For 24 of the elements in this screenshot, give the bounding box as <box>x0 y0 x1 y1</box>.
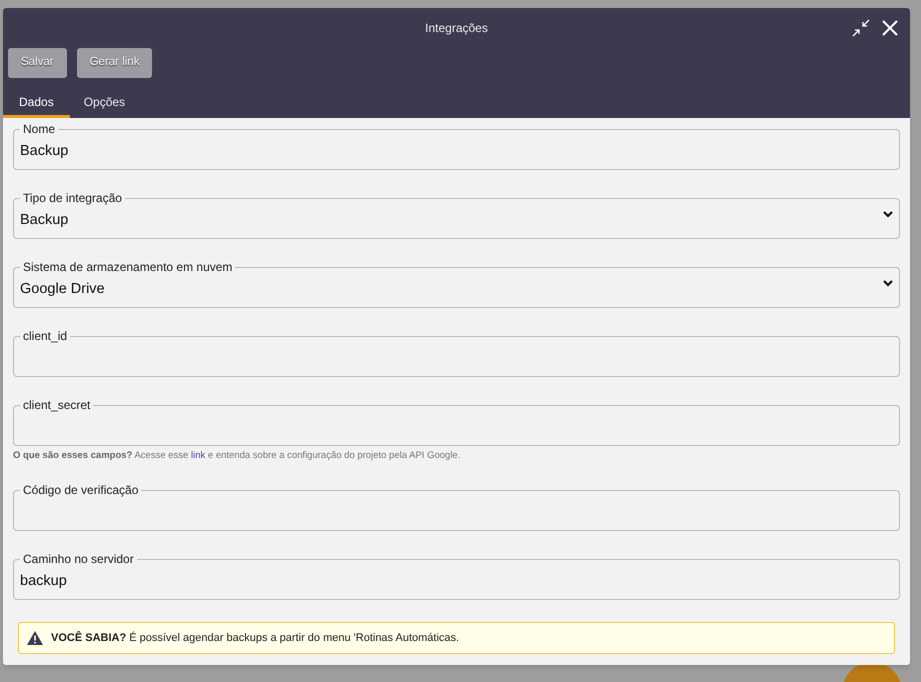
select-field[interactable]: Sistema de armazenamento em nuvem Google Drive <box>13 260 900 308</box>
field-label: Código de verificação <box>22 483 140 497</box>
field-label: Tipo de integração <box>22 191 123 205</box>
tab[interactable]: Opções <box>70 88 140 118</box>
input-field[interactable]: Nome Backup <box>13 122 900 170</box>
input-field[interactable]: Caminho no servidor backup <box>13 552 900 600</box>
select-field[interactable]: Tipo de integração Backup <box>13 191 900 239</box>
input-field[interactable]: client_id <box>13 329 900 377</box>
input-field[interactable]: Código de verificação <box>13 483 900 531</box>
tab[interactable]: Dados <box>3 88 70 118</box>
field-value: backup <box>20 572 68 590</box>
field-label: Caminho no servidor <box>22 552 135 566</box>
field-value: Backup <box>20 142 70 160</box>
window-title: Integrações <box>425 20 488 37</box>
input-field[interactable]: client_secret <box>13 398 900 446</box>
help-text: O que são esses campos? Acesse esse link e entenda sobre a configuração do projeto pela API Google. <box>13 450 462 462</box>
field-label: Nome <box>22 122 56 136</box>
field-label: client_id <box>22 329 68 343</box>
field-value: Backup <box>20 211 70 229</box>
help-link[interactable]: link <box>190 450 206 461</box>
alert-text: VOCÊ SABIA? É possível agendar backups a partir do menu 'Rotinas Automáticas. <box>51 630 460 646</box>
field-value: Google Drive <box>20 280 106 298</box>
field-label: Sistema de armazenamento em nuvem <box>22 260 234 274</box>
field-label: client_secret <box>22 398 92 412</box>
